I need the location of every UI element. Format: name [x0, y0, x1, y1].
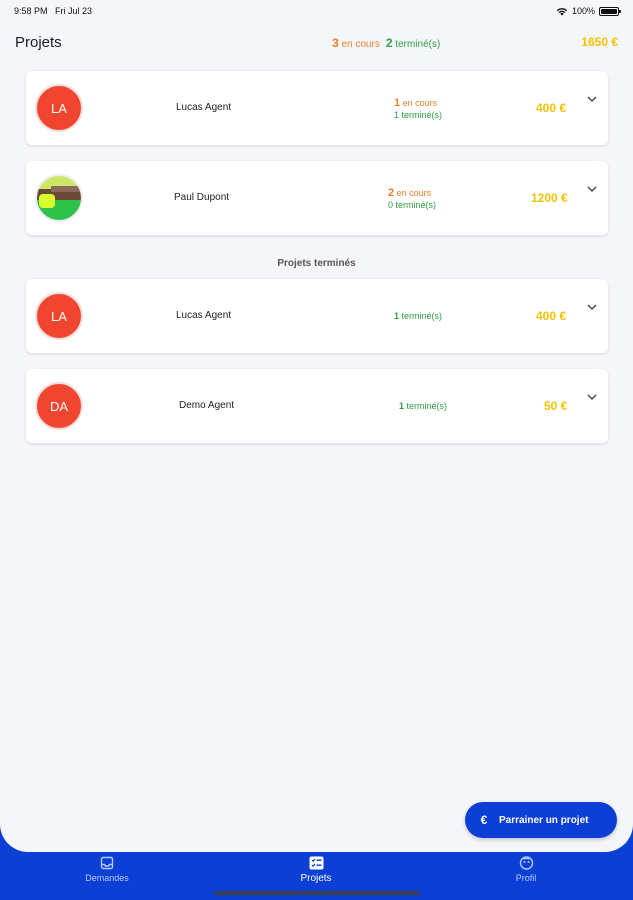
- page-title: Projets: [15, 34, 62, 51]
- header-finished-count: 2: [385, 36, 393, 50]
- tab-profil[interactable]: Profil: [466, 856, 586, 883]
- finished-count: 0: [388, 200, 394, 210]
- avatar-photo: [35, 174, 83, 222]
- agent-name: Lucas Agent: [176, 102, 232, 113]
- status-time-date: 9:58 PM Fri Jul 23: [14, 6, 92, 16]
- finished-label: terminé(s): [406, 401, 448, 411]
- project-card[interactable]: LA Lucas Agent 1 en cours 1 terminé(s) 4…: [26, 71, 608, 145]
- in-progress-count: 1: [394, 97, 401, 109]
- chevron-down-icon[interactable]: [586, 391, 598, 403]
- euro-icon: €: [480, 813, 488, 827]
- project-amount: 400 €: [536, 309, 567, 323]
- header-in-progress-count: 3: [332, 36, 339, 50]
- agent-name: Paul Dupont: [174, 192, 230, 203]
- sponsor-project-button[interactable]: € Parrainer un projet: [465, 802, 617, 838]
- finished-line: 1 terminé(s): [394, 109, 442, 121]
- chevron-down-icon[interactable]: [586, 93, 598, 105]
- project-amount: 400 €: [536, 101, 567, 115]
- finished-line: 1 terminé(s): [399, 400, 447, 412]
- wifi-icon: [556, 7, 568, 15]
- header-counts: 3 en cours 2 terminé(s): [332, 36, 440, 50]
- avatar: LA: [35, 292, 83, 340]
- project-amount: 50 €: [544, 399, 568, 413]
- avatar: DA: [35, 382, 83, 430]
- header-total: 1650 €: [581, 35, 618, 49]
- project-status: 1 en cours 1 terminé(s): [394, 97, 442, 121]
- agent-name: Lucas Agent: [176, 310, 232, 321]
- tab-label: Demandes: [85, 873, 129, 883]
- agent-name: Demo Agent: [179, 400, 235, 411]
- project-card[interactable]: DA Demo Agent 1 terminé(s) 50 €: [26, 369, 608, 443]
- finished-count: 1: [399, 401, 405, 411]
- photo-bush: [39, 194, 55, 208]
- profile-icon: [519, 856, 533, 870]
- photo-roof: [51, 186, 81, 192]
- battery-icon: [599, 6, 621, 16]
- project-status: 2 en cours 0 terminé(s): [388, 187, 436, 211]
- finished-label: terminé(s): [401, 311, 443, 321]
- finished-line: 1 terminé(s): [394, 310, 442, 322]
- header-in-progress-label: en cours: [341, 39, 380, 50]
- tab-projets[interactable]: Projets: [256, 856, 376, 884]
- chevron-down-icon[interactable]: [586, 301, 598, 313]
- checklist-icon: [309, 856, 323, 870]
- home-indicator: [214, 891, 420, 895]
- in-progress-label: en cours: [396, 188, 432, 198]
- header-finished: 2 terminé(s): [386, 36, 440, 50]
- chevron-down-icon[interactable]: [586, 183, 598, 195]
- project-card[interactable]: LA Lucas Agent 1 terminé(s) 400 €: [26, 279, 608, 353]
- finished-line: 0 terminé(s): [388, 199, 436, 211]
- status-date: Fri Jul 23: [55, 6, 93, 16]
- header-in-progress: 3 en cours: [332, 36, 380, 50]
- finished-count: 1: [394, 311, 400, 321]
- header-finished-label: terminé(s): [395, 39, 441, 50]
- inbox-icon: [100, 856, 114, 870]
- finished-label: terminé(s): [395, 200, 437, 210]
- avatar: LA: [35, 84, 83, 132]
- status-right: 100%: [556, 6, 621, 16]
- in-progress-line: 2 en cours: [388, 187, 436, 199]
- in-progress-count: 2: [388, 187, 395, 199]
- tab-label: Projets: [300, 873, 332, 884]
- tab-label: Profil: [515, 873, 537, 883]
- battery-percent: 100%: [571, 6, 595, 16]
- status-bar: 9:58 PM Fri Jul 23 100%: [0, 0, 633, 22]
- page-header: Projets 3 en cours 2 terminé(s) 1650 €: [0, 30, 633, 54]
- projects-screen: 9:58 PM Fri Jul 23 100% Projets 3 en cou…: [0, 0, 633, 852]
- sponsor-project-label: Parrainer un projet: [499, 814, 589, 826]
- tab-demandes[interactable]: Demandes: [47, 856, 167, 883]
- finished-section-title: Projets terminés: [277, 258, 356, 269]
- project-amount: 1200 €: [531, 191, 568, 205]
- finished-count: 1: [394, 110, 400, 120]
- in-progress-line: 1 en cours: [394, 97, 442, 109]
- project-card[interactable]: Paul Dupont 2 en cours 0 terminé(s) 1200…: [26, 161, 608, 235]
- status-time: 9:58 PM: [14, 6, 48, 16]
- finished-label: terminé(s): [401, 110, 443, 120]
- in-progress-label: en cours: [402, 98, 438, 108]
